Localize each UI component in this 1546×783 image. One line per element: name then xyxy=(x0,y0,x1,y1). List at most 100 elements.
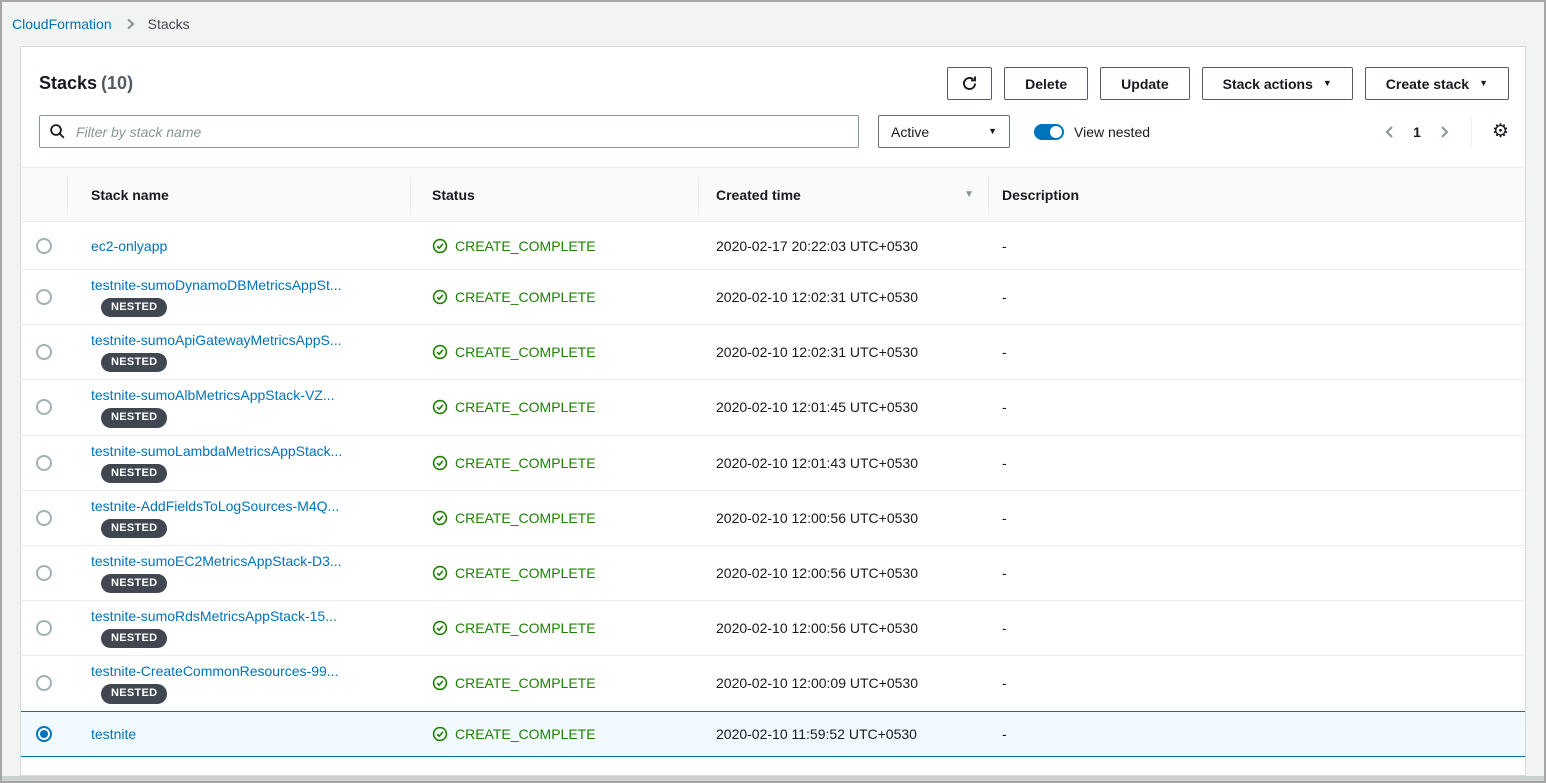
nested-badge: NESTED xyxy=(101,684,167,703)
status-text: CREATE_COMPLETE xyxy=(455,675,596,691)
current-page-number[interactable]: 1 xyxy=(1413,124,1421,140)
radio-button[interactable] xyxy=(36,726,52,742)
stack-name-link[interactable]: testnite-CreateCommonResources-99... xyxy=(91,663,338,679)
breadcrumb-cloudformation[interactable]: CloudFormation xyxy=(12,16,112,32)
bottom-edge xyxy=(2,776,1544,781)
stack-name-cell: testnite-sumoAlbMetricsAppStack-VZ... NE… xyxy=(67,387,410,427)
table-row[interactable]: testnite-sumoRdsMetricsAppStack-15... NE… xyxy=(21,601,1525,656)
divider xyxy=(1471,118,1472,146)
table-row[interactable]: testnite-sumoLambdaMetricsAppStack... NE… xyxy=(21,436,1525,491)
stacks-table: Stack name Status Created time ▼ Descrip… xyxy=(21,167,1525,775)
radio-button[interactable] xyxy=(36,344,52,360)
column-header-stack-name[interactable]: Stack name xyxy=(67,168,410,221)
stack-name-link[interactable]: testnite-sumoEC2MetricsAppStack-D3... xyxy=(91,553,342,569)
status-text: CREATE_COMPLETE xyxy=(455,399,596,415)
view-nested-toggle[interactable] xyxy=(1034,124,1064,140)
radio-button[interactable] xyxy=(36,565,52,581)
nested-badge: NESTED xyxy=(101,408,167,427)
page-title-text: Stacks xyxy=(39,73,97,93)
stacks-panel: Stacks(10) Delete Update Sta xyxy=(20,46,1526,776)
radio-button[interactable] xyxy=(36,455,52,471)
radio-button[interactable] xyxy=(36,620,52,636)
stack-name-link[interactable]: testnite-sumoApiGatewayMetricsAppS... xyxy=(91,332,342,348)
caret-down-icon: ▼ xyxy=(988,127,997,136)
status-cell: CREATE_COMPLETE xyxy=(410,675,698,691)
delete-button[interactable]: Delete xyxy=(1004,67,1088,100)
status-success-icon xyxy=(432,726,448,742)
update-button[interactable]: Update xyxy=(1100,67,1189,100)
toolbar: Delete Update Stack actions ▼ Create sta… xyxy=(947,67,1509,100)
stack-count: (10) xyxy=(101,73,133,93)
stack-filter-input[interactable] xyxy=(39,115,859,148)
created-time-value: 2020-02-10 12:00:09 UTC+0530 xyxy=(698,675,988,691)
create-stack-label: Create stack xyxy=(1386,76,1469,92)
column-header-created-time[interactable]: Created time ▼ xyxy=(698,168,988,221)
radio-button[interactable] xyxy=(36,238,52,254)
radio-button[interactable] xyxy=(36,399,52,415)
column-header-description[interactable]: Description xyxy=(988,168,1525,221)
table-row[interactable]: ec2-onlyapp CREATE_COMPLETE 2020-02-17 2… xyxy=(21,222,1525,270)
next-page-button[interactable] xyxy=(1437,124,1451,140)
refresh-button[interactable] xyxy=(947,67,992,100)
status-text: CREATE_COMPLETE xyxy=(455,238,596,254)
stack-name-link[interactable]: ec2-onlyapp xyxy=(91,238,167,254)
previous-page-button[interactable] xyxy=(1383,124,1397,140)
table-header-row: Stack name Status Created time ▼ Descrip… xyxy=(21,168,1525,222)
description-value: - xyxy=(988,238,1525,254)
radio-button[interactable] xyxy=(36,510,52,526)
selection-cell xyxy=(21,620,67,636)
caret-down-icon: ▼ xyxy=(1479,79,1488,88)
created-time-value: 2020-02-10 12:00:56 UTC+0530 xyxy=(698,510,988,526)
page-content: Stacks(10) Delete Update Sta xyxy=(2,46,1544,776)
status-cell: CREATE_COMPLETE xyxy=(410,399,698,415)
selection-cell xyxy=(21,510,67,526)
table-row[interactable]: testnite-sumoAlbMetricsAppStack-VZ... NE… xyxy=(21,380,1525,435)
table-body: ec2-onlyapp CREATE_COMPLETE 2020-02-17 2… xyxy=(21,222,1525,757)
radio-button[interactable] xyxy=(36,675,52,691)
status-text: CREATE_COMPLETE xyxy=(455,565,596,581)
sort-descending-icon[interactable]: ▼ xyxy=(964,189,974,200)
description-value: - xyxy=(988,289,1525,305)
stack-name-link[interactable]: testnite-sumoAlbMetricsAppStack-VZ... xyxy=(91,387,335,403)
status-filter-select[interactable]: Active ▼ xyxy=(878,115,1010,148)
stack-name-cell: ec2-onlyapp xyxy=(67,238,410,254)
table-row[interactable]: testnite-AddFieldsToLogSources-M4Q... NE… xyxy=(21,491,1525,546)
stack-name-link[interactable]: testnite xyxy=(91,726,136,742)
stack-actions-button[interactable]: Stack actions ▼ xyxy=(1202,67,1353,100)
status-text: CREATE_COMPLETE xyxy=(455,455,596,471)
created-time-value: 2020-02-10 12:01:43 UTC+0530 xyxy=(698,455,988,471)
settings-gear-icon[interactable]: ⚙ xyxy=(1492,122,1509,141)
status-success-icon xyxy=(432,455,448,471)
nested-badge: NESTED xyxy=(101,464,167,483)
create-stack-button[interactable]: Create stack ▼ xyxy=(1365,67,1509,100)
selection-cell xyxy=(21,344,67,360)
status-success-icon xyxy=(432,289,448,305)
selection-cell xyxy=(21,675,67,691)
nested-badge: NESTED xyxy=(101,574,167,593)
description-value: - xyxy=(988,399,1525,415)
selection-cell xyxy=(21,238,67,254)
created-time-value: 2020-02-10 12:00:56 UTC+0530 xyxy=(698,565,988,581)
stack-name-cell: testnite-sumoApiGatewayMetricsAppS... NE… xyxy=(67,332,410,372)
status-cell: CREATE_COMPLETE xyxy=(410,344,698,360)
stack-name-cell: testnite-sumoDynamoDBMetricsAppSt... NES… xyxy=(67,277,410,317)
status-text: CREATE_COMPLETE xyxy=(455,344,596,360)
stack-name-link[interactable]: testnite-sumoRdsMetricsAppStack-15... xyxy=(91,608,337,624)
table-row[interactable]: testnite CREATE_COMPLETE 2020-02-10 11:5… xyxy=(21,711,1525,757)
table-row[interactable]: testnite-sumoApiGatewayMetricsAppS... NE… xyxy=(21,325,1525,380)
description-value: - xyxy=(988,455,1525,471)
stack-name-link[interactable]: testnite-sumoLambdaMetricsAppStack... xyxy=(91,443,342,459)
search-icon xyxy=(49,123,66,143)
toggle-knob xyxy=(1050,126,1062,138)
stack-name-link[interactable]: testnite-AddFieldsToLogSources-M4Q... xyxy=(91,498,339,514)
status-success-icon xyxy=(432,565,448,581)
table-row[interactable]: testnite-CreateCommonResources-99... NES… xyxy=(21,656,1525,711)
created-time-value: 2020-02-10 12:01:45 UTC+0530 xyxy=(698,399,988,415)
status-filter-value: Active xyxy=(891,124,929,140)
table-row[interactable]: testnite-sumoDynamoDBMetricsAppSt... NES… xyxy=(21,270,1525,325)
table-row[interactable]: testnite-sumoEC2MetricsAppStack-D3... NE… xyxy=(21,546,1525,601)
column-header-status[interactable]: Status xyxy=(410,168,698,221)
radio-button[interactable] xyxy=(36,289,52,305)
status-success-icon xyxy=(432,620,448,636)
stack-name-link[interactable]: testnite-sumoDynamoDBMetricsAppSt... xyxy=(91,277,342,293)
